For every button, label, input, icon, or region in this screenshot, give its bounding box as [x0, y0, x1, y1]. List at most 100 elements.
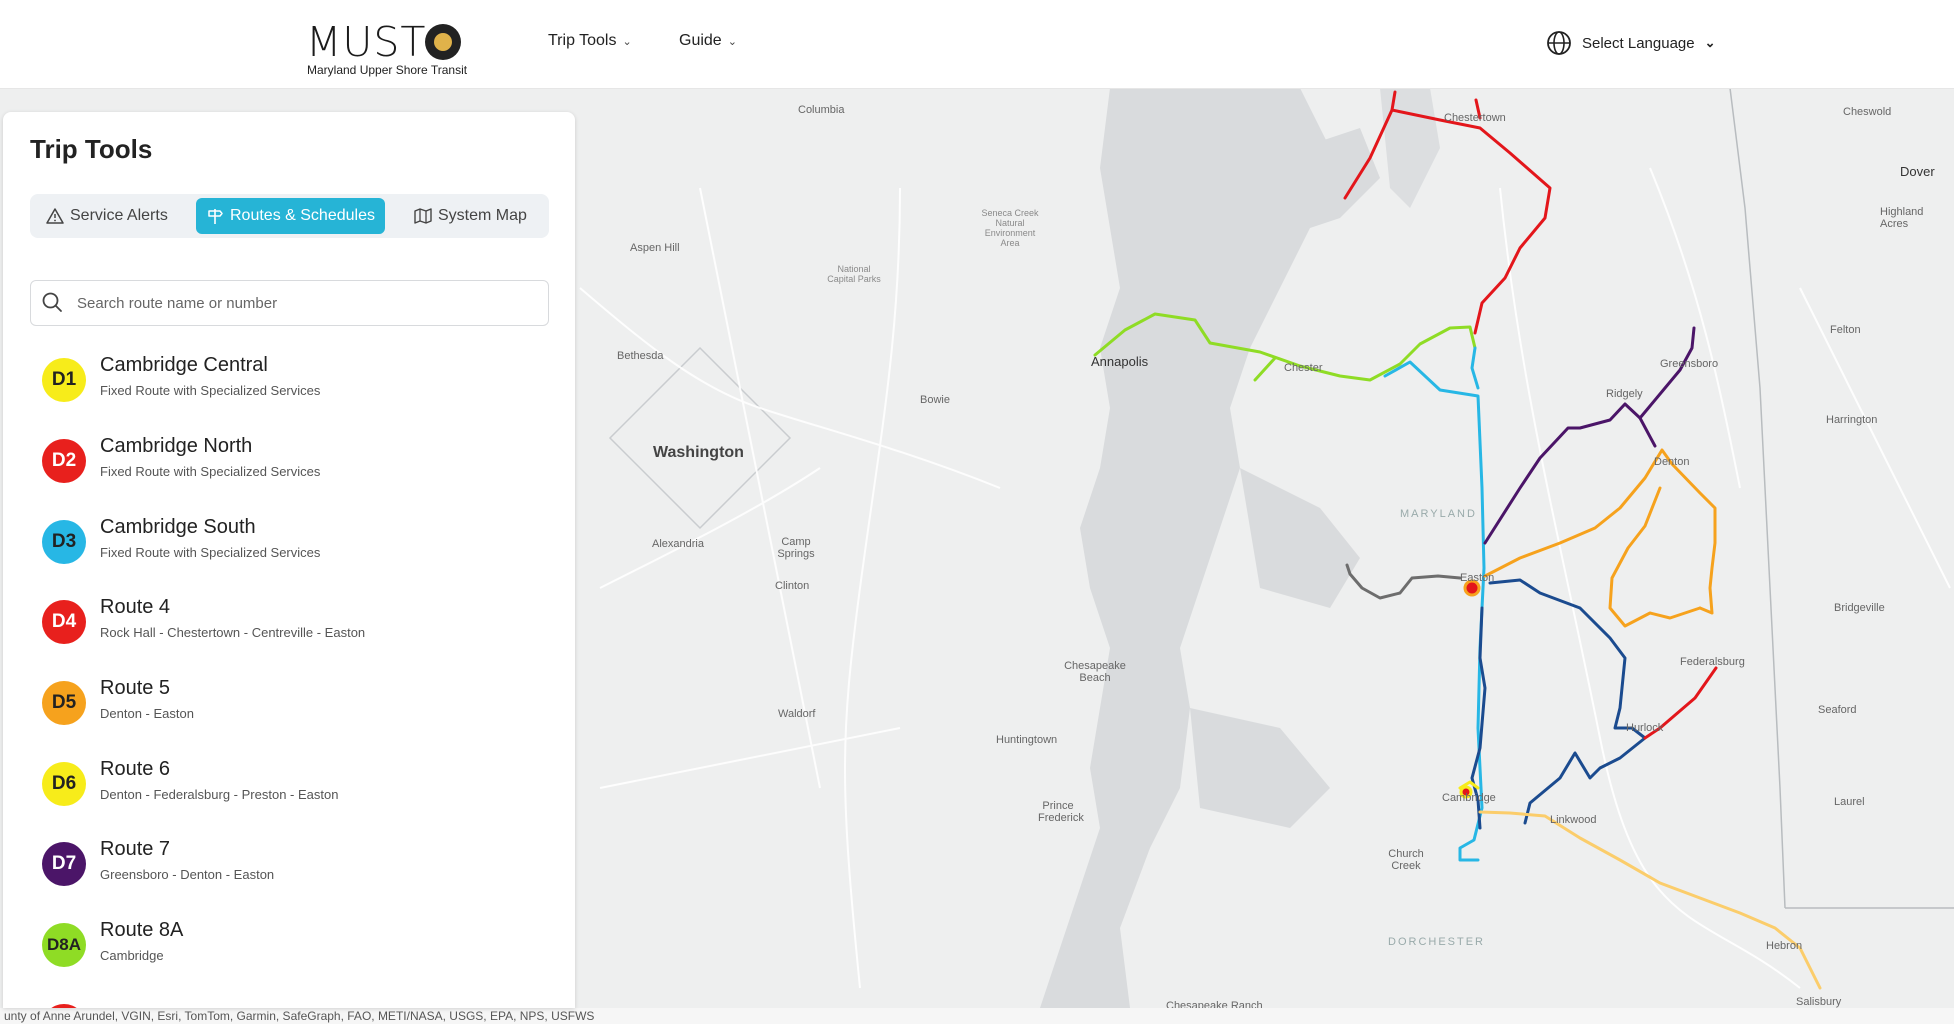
route-description: Cambridge — [100, 948, 164, 963]
route-item-d4[interactable]: D4 Route 4 Rock Hall - Chestertown - Cen… — [3, 586, 575, 666]
map-label: Seneca Creek Natural Environment Area — [981, 208, 1039, 248]
state-border-delaware — [1729, 88, 1786, 909]
map-label: Washington — [653, 444, 744, 461]
panel-title: Trip Tools — [30, 134, 153, 164]
bay-inlet-4 — [1380, 88, 1440, 208]
route-badge: D7 — [42, 842, 86, 886]
route-description: Denton - Federalsburg - Preston - Easton — [100, 787, 339, 802]
map-label: Cambridge — [1442, 792, 1496, 804]
route-search-box[interactable] — [30, 280, 549, 326]
map-label: Camp Springs — [777, 536, 815, 560]
route-badge: D5 — [42, 681, 86, 725]
route-line-d3 — [1383, 360, 1486, 862]
tab-system-map[interactable]: System Map — [404, 198, 537, 234]
site-header: MUST Maryland Upper Shore Transit Trip T… — [0, 0, 1954, 89]
logo-subtitle: Maryland Upper Shore Transit — [307, 63, 468, 77]
logo-badge-icon — [425, 24, 461, 60]
route-line-d7-north — [1638, 326, 1696, 420]
tab-service-alerts[interactable]: Service Alerts — [36, 198, 178, 234]
nav-trip-tools[interactable]: Trip Tools ⌄ — [548, 32, 632, 50]
map-label: Ridgely — [1606, 388, 1643, 400]
route-badge-partial — [42, 1004, 86, 1008]
must-logo[interactable]: MUST Maryland Upper Shore Transit — [306, 18, 476, 78]
map-region-label: DORCHESTER — [1388, 936, 1486, 948]
map-label: Chesapeake Ranch — [1166, 1000, 1263, 1008]
map-label: Cheswold — [1843, 106, 1892, 118]
route-item-d6[interactable]: D6 Route 6 Denton - Federalsburg - Prest… — [3, 748, 575, 828]
route-description: Denton - Easton — [100, 706, 194, 721]
route-badge: D8A — [42, 923, 86, 967]
route-line-d7 — [1483, 402, 1657, 545]
map-label: Chesapeake Beach — [1064, 660, 1126, 684]
map-label: Waldorf — [778, 708, 816, 720]
map-label: Hebron — [1766, 940, 1803, 952]
route-badge: D6 — [42, 762, 86, 806]
map-label: Aspen Hill — [630, 242, 680, 254]
map-label: Alexandria — [652, 538, 704, 550]
route-badge: D2 — [42, 439, 86, 483]
route-line-d2 — [1488, 578, 1647, 825]
route-item-d5[interactable]: D5 Route 5 Denton - Easton — [3, 667, 575, 747]
logo-wordmark: MUST — [306, 18, 427, 66]
route-badge: D1 — [42, 358, 86, 402]
map-label: Greensboro — [1660, 358, 1719, 370]
globe-icon — [1547, 31, 1571, 55]
map-label: Federalsburg — [1680, 656, 1745, 668]
map-label: Salisbury — [1796, 996, 1842, 1008]
map-label: Church Creek — [1388, 848, 1424, 872]
route-search-input[interactable] — [75, 281, 539, 325]
route-line-d5 — [1483, 448, 1717, 615]
route-name: Route 6 — [100, 758, 171, 780]
signpost-icon — [208, 209, 223, 224]
route-name: Route 5 — [100, 677, 171, 699]
nav-trip-tools-label: Trip Tools — [548, 32, 617, 49]
map-label: Harrington — [1826, 414, 1878, 426]
route-item-d2[interactable]: D2 Cambridge North Fixed Route with Spec… — [3, 425, 575, 505]
map-label: Easton — [1460, 572, 1495, 584]
route-name: Route 8A — [100, 919, 184, 941]
route-description: Greensboro - Denton - Easton — [100, 867, 275, 882]
trip-tools-panel: Trip Tools Service Alerts Routes & Sched… — [3, 112, 575, 1008]
route-line-gray — [1345, 563, 1462, 600]
map-label: Clinton — [775, 580, 810, 592]
tab-routes-schedules[interactable]: Routes & Schedules — [196, 198, 385, 234]
language-selector[interactable]: Select Language ⌄ — [1546, 30, 1716, 56]
search-icon — [42, 292, 62, 312]
map-label: Seaford — [1818, 704, 1857, 716]
bay-inlet-2 — [1240, 468, 1360, 608]
route-item-d3[interactable]: D3 Cambridge South Fixed Route with Spec… — [3, 506, 575, 586]
map-label: Denton — [1654, 456, 1690, 468]
bay-inlet-3 — [1190, 708, 1330, 828]
route-badge: D4 — [42, 600, 86, 644]
language-label: Select Language — [1582, 34, 1695, 52]
map-label: Chestertown — [1444, 112, 1506, 124]
map-label: Columbia — [798, 104, 845, 116]
map-attribution: unty of Anne Arundel, VGIN, Esri, TomTom… — [0, 1008, 1954, 1024]
route-name: Route 7 — [100, 838, 171, 860]
map-label: Laurel — [1834, 796, 1865, 808]
map-label: Annapolis — [1091, 354, 1149, 369]
route-name: Route 4 — [100, 596, 171, 618]
map-label: Bridgeville — [1834, 602, 1885, 614]
map-label: Highland Acres — [1880, 206, 1924, 230]
nav-guide[interactable]: Guide ⌄ — [679, 32, 737, 50]
route-line-green-short — [1253, 356, 1277, 382]
chevron-down-icon: ⌄ — [622, 35, 632, 48]
tab-service-alerts-label: Service Alerts — [70, 207, 168, 224]
route-item-partial[interactable] — [3, 990, 575, 1008]
map-label: Huntingtown — [996, 734, 1058, 746]
nav-guide-label: Guide — [679, 32, 722, 49]
tab-system-map-label: System Map — [438, 207, 527, 224]
route-item-d1[interactable]: D1 Cambridge Central Fixed Route with Sp… — [3, 344, 575, 424]
route-name: Cambridge South — [100, 516, 256, 538]
map-icon — [414, 208, 432, 224]
route-badge: D3 — [42, 520, 86, 564]
route-line-light-orange — [1478, 810, 1822, 990]
alert-triangle-icon — [46, 208, 64, 224]
route-name: Cambridge Central — [100, 354, 268, 376]
route-description: Fixed Route with Specialized Services — [100, 383, 321, 398]
route-description: Fixed Route with Specialized Services — [100, 545, 321, 560]
route-item-d7[interactable]: D7 Route 7 Greensboro - Denton - Easton — [3, 828, 575, 908]
route-description: Fixed Route with Specialized Services — [100, 464, 321, 479]
route-item-d8a[interactable]: D8A Route 8A Cambridge — [3, 909, 575, 989]
